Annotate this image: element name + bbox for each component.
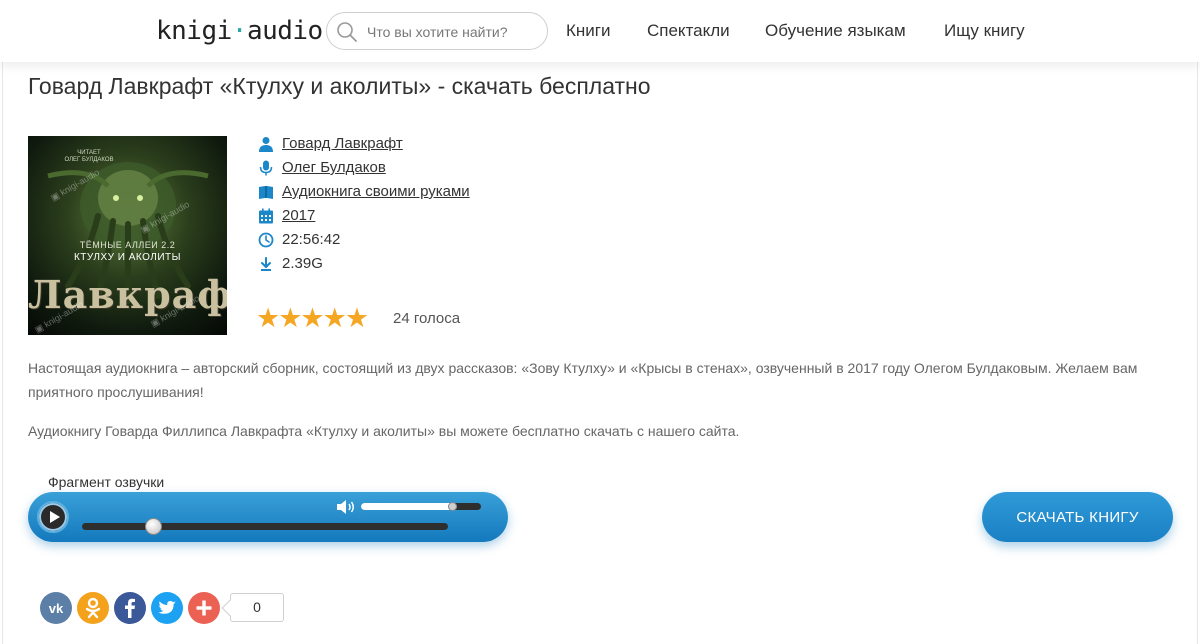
meta-author: Говард Лавкрафт: [256, 134, 516, 154]
microphone-icon: [259, 160, 273, 176]
seek-bar[interactable]: [82, 523, 448, 530]
search-input[interactable]: [365, 22, 539, 42]
cover-series: ТЁМНЫЕ АЛЛЕИ 2.2: [79, 240, 176, 250]
meta-size: 2.39G: [256, 254, 516, 274]
facebook-icon: [125, 598, 135, 618]
cover-reader-caption: ЧИТАЕТ ОЛЕГ БУЛДАКОВ: [64, 150, 114, 163]
player-label: Фрагмент озвучки: [48, 474, 165, 490]
narrator-link[interactable]: Олег Булдаков: [282, 159, 386, 176]
vk-icon: vk: [49, 601, 64, 616]
vk-share-button[interactable]: vk: [40, 592, 72, 624]
audio-player: [28, 492, 508, 542]
volume-handle[interactable]: [448, 502, 457, 511]
description: Настоящая аудиокнига – авторский сборник…: [28, 356, 1178, 404]
size-value: 2.39G: [282, 255, 323, 272]
facebook-share-button[interactable]: [114, 592, 146, 624]
author-link[interactable]: Говард Лавкрафт: [282, 135, 403, 152]
plus-icon: [196, 600, 212, 616]
meta-year: 2017: [256, 206, 516, 226]
twitter-share-button[interactable]: [151, 592, 183, 624]
more-share-button[interactable]: [188, 592, 220, 624]
volume-level: [361, 503, 457, 510]
download-book-button[interactable]: СКАЧАТЬ КНИГУ: [982, 492, 1173, 542]
nav-plays[interactable]: Спектакли: [647, 21, 730, 41]
clock-icon: [258, 232, 274, 248]
svg-text:vk: vk: [49, 601, 64, 616]
search-icon[interactable]: [336, 21, 358, 48]
logo-text-right: audio: [246, 16, 323, 46]
description-paragraph: Настоящая аудиокнига – авторский сборник…: [28, 360, 1138, 400]
nav-books[interactable]: Книги: [566, 21, 610, 41]
duration-value: 22:56:42: [282, 231, 341, 248]
twitter-icon: [158, 601, 176, 614]
book-cover[interactable]: ЧИТАЕТ ОЛЕГ БУЛДАКОВ ТЁМНЫЕ АЛЛЕИ 2.2 КТ…: [28, 136, 227, 335]
volume-icon[interactable]: [336, 499, 356, 515]
nav-find-book[interactable]: Ищу книгу: [944, 21, 1025, 41]
page-title: Говард Лавкрафт «Ктулху и аколиты» - ска…: [28, 73, 651, 99]
seek-handle[interactable]: [145, 518, 162, 535]
votes-count: 24 голоса: [393, 310, 461, 327]
star-rating[interactable]: ★★★★★: [256, 305, 369, 332]
site-header: knigi·audio Книги Спектакли Обучение язы…: [0, 0, 1200, 62]
odnoklassniki-icon: [85, 597, 101, 619]
year-link[interactable]: 2017: [282, 207, 315, 224]
calendar-icon: [259, 208, 273, 224]
meta-genre: Аудиокнига своими руками: [256, 182, 516, 202]
download-icon: [261, 257, 271, 271]
odnoklassniki-share-button[interactable]: [77, 592, 109, 624]
nav-languages[interactable]: Обучение языкам: [765, 21, 906, 41]
share-count-value: 0: [253, 599, 261, 615]
user-icon: [259, 137, 273, 152]
book-icon: [259, 186, 273, 199]
logo-text-left: knigi: [156, 16, 232, 46]
meta-duration: 22:56:42: [256, 230, 516, 250]
search-box[interactable]: [326, 12, 548, 50]
logo-dot: ·: [231, 16, 248, 46]
share-counter: 0: [230, 593, 284, 622]
site-logo[interactable]: knigi·audio: [156, 16, 323, 46]
play-button[interactable]: [37, 501, 69, 533]
meta-narrator: Олег Булдаков: [256, 158, 516, 178]
volume-slider[interactable]: [361, 503, 481, 510]
genre-link[interactable]: Аудиокнига своими руками: [282, 183, 470, 200]
description-paragraph: Аудиокнигу Говарда Филлипса Лавкрафта «К…: [28, 423, 740, 439]
cover-book-title: КТУЛХУ И АКОЛИТЫ: [73, 252, 182, 263]
